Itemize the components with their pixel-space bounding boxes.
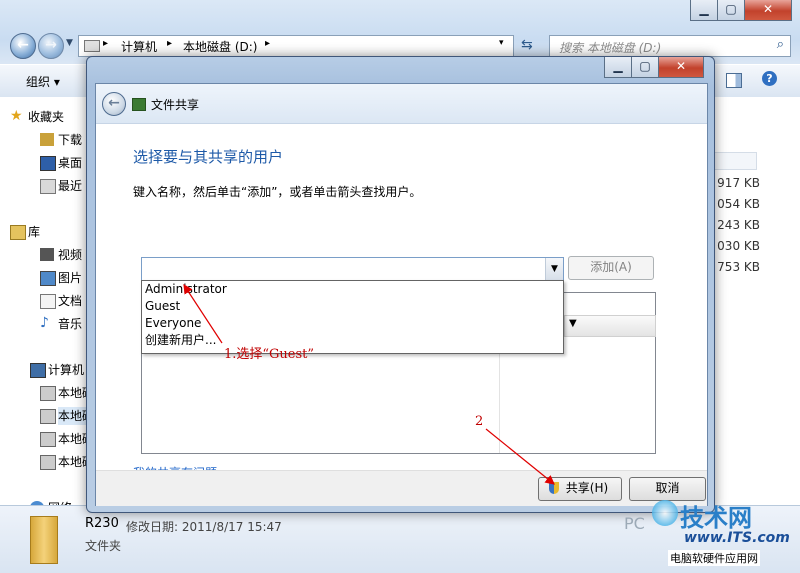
watermark-partial-text: PC: [624, 514, 645, 533]
annotation-step-1: 1.选择“Guest”: [224, 347, 315, 362]
site-watermark: PC 技术网 www.ITS.com 电脑软硬件应用网: [624, 492, 796, 570]
watermark-logo-icon: [652, 500, 678, 526]
watermark-tagline: 电脑软硬件应用网: [668, 550, 760, 566]
arrow-to-share-button: [485, 428, 555, 485]
annotation-arrows: [183, 283, 555, 485]
watermark-brand: 技术网: [680, 504, 752, 532]
arrow-to-guest: [183, 283, 223, 344]
annotation-step-2: 2: [475, 414, 484, 429]
watermark-url: www.ITS.com: [684, 530, 790, 546]
